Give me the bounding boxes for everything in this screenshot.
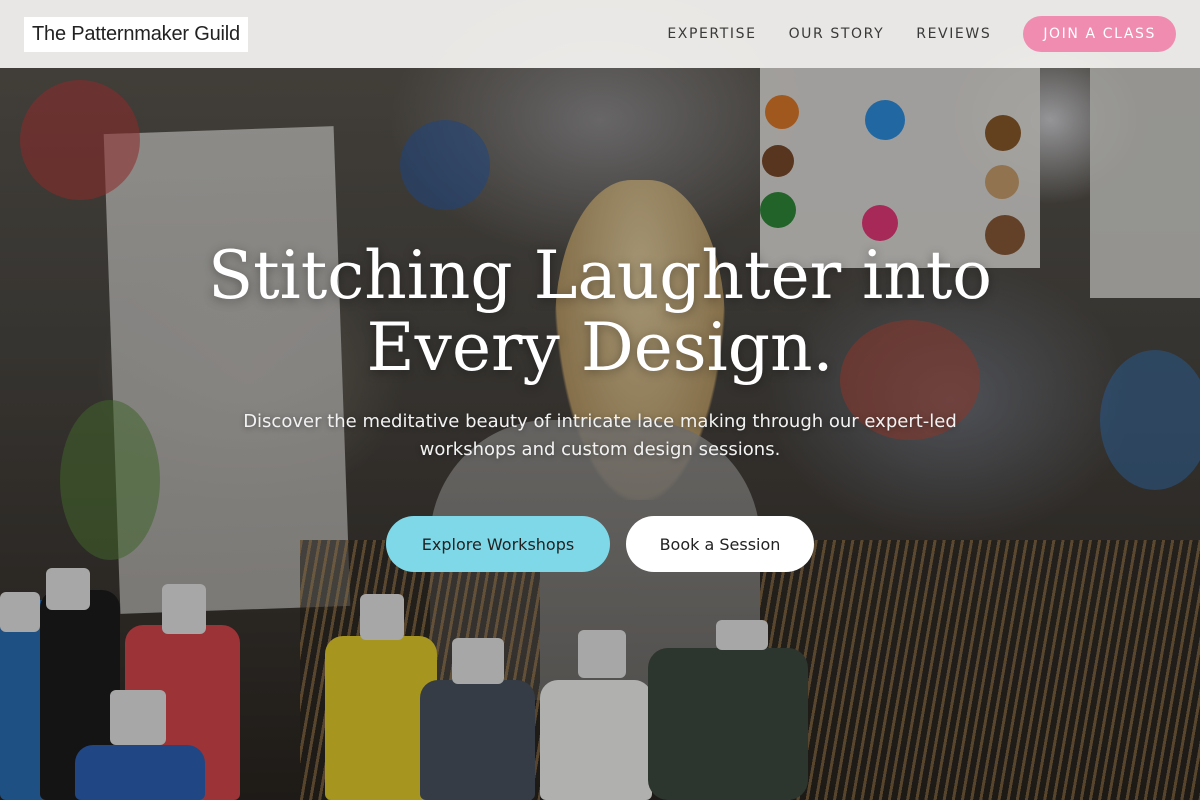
main-nav: EXPERTISE OUR STORY REVIEWS JOIN A CLASS — [635, 16, 1176, 52]
hero-headline: Stitching Laughter into Every Design. — [207, 237, 993, 386]
hero-content: Stitching Laughter into Every Design. Di… — [0, 240, 1200, 572]
brand-logo[interactable]: The Patternmaker Guild — [24, 16, 248, 52]
nav-link-expertise[interactable]: EXPERTISE — [667, 26, 756, 42]
hero-subhead: Discover the meditative beauty of intric… — [243, 411, 957, 460]
site-header: The Patternmaker Guild EXPERTISE OUR STO… — [0, 0, 1200, 68]
explore-workshops-button[interactable]: Explore Workshops — [386, 516, 610, 572]
book-session-button[interactable]: Book a Session — [626, 516, 814, 572]
join-class-button[interactable]: JOIN A CLASS — [1023, 16, 1176, 52]
hero-buttons: Explore Workshops Book a Session — [0, 516, 1200, 572]
nav-link-reviews[interactable]: REVIEWS — [916, 26, 991, 42]
nav-link-our-story[interactable]: OUR STORY — [789, 26, 885, 42]
